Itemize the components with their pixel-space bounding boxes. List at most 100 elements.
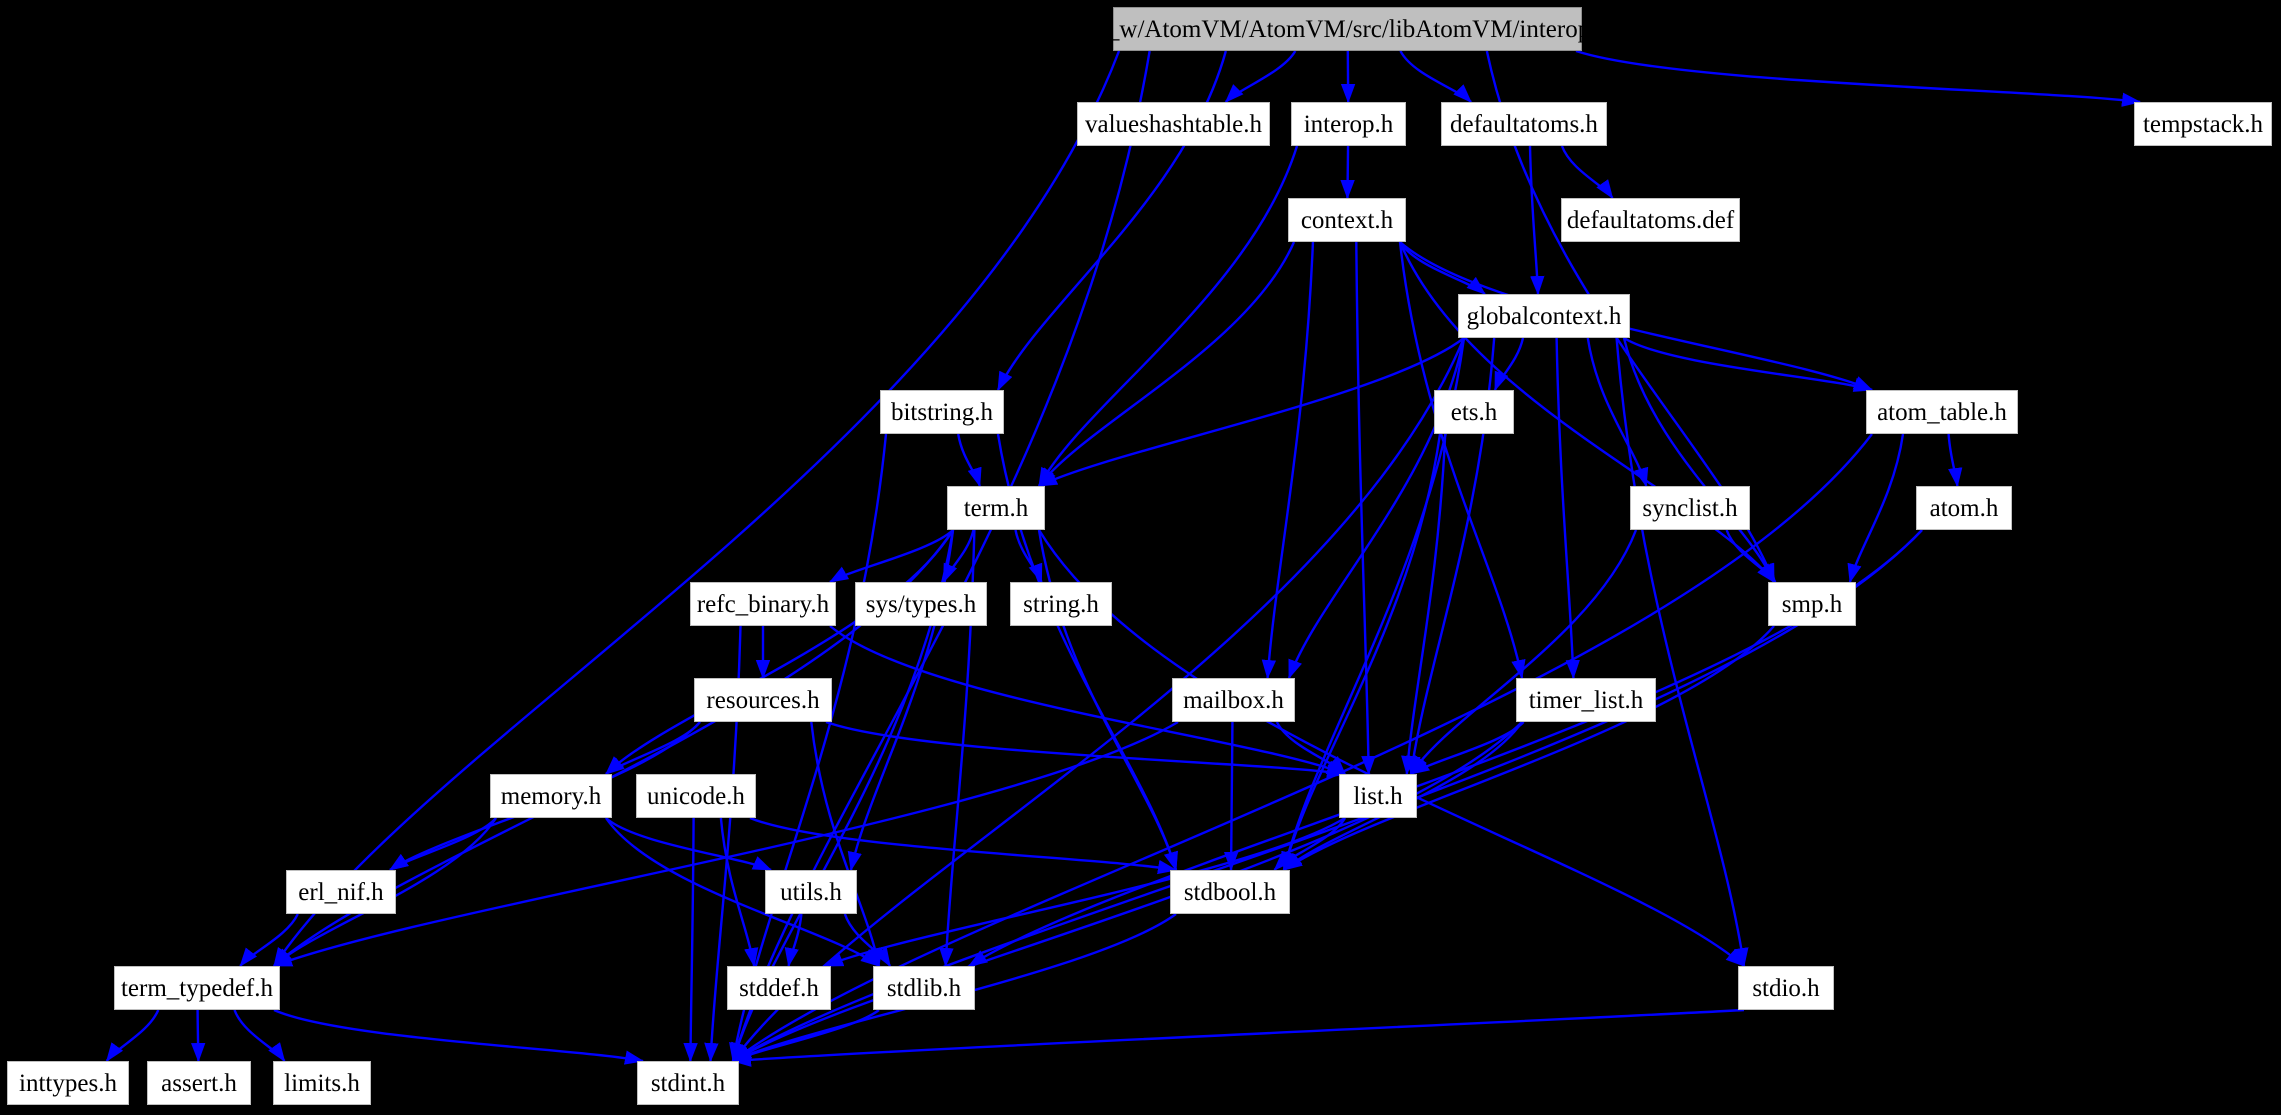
graph-node-resources[interactable]: resources.h (694, 678, 832, 722)
edge-globalcontext-to-timer_list (1555, 337, 1580, 680)
graph-node-limits[interactable]: limits.h (273, 1061, 371, 1105)
node-label: unicode.h (647, 782, 745, 810)
graph-node-stdlib[interactable]: stdlib.h (873, 966, 975, 1010)
node-label: assert.h (161, 1069, 237, 1097)
edge-stdio-to-stdint (731, 1008, 1745, 1067)
graph-node-string[interactable]: string.h (1010, 582, 1112, 626)
edge-resources-to-stdlib (810, 721, 883, 968)
graph-node-defaultatoms_def[interactable]: defaultatoms.def (1561, 198, 1740, 242)
node-label: synclist.h (1642, 494, 1738, 522)
include-dependency-graph: /__w/AtomVM/AtomVM/src/libAtomVM/interop… (0, 0, 2281, 1115)
node-label: stdint.h (650, 1069, 726, 1097)
edge-resources-to-list (825, 720, 1347, 779)
node-label: limits.h (284, 1069, 360, 1097)
node-label: /__w/AtomVM/AtomVM/src/libAtomVM/interop… (1087, 15, 1608, 43)
graph-node-tempstack[interactable]: tempstack.h (2134, 102, 2272, 146)
graph-node-globalcontext[interactable]: globalcontext.h (1458, 294, 1630, 338)
edge-resources-to-memory (605, 721, 701, 775)
edge-globalcontext-to-mailbox (1287, 337, 1466, 680)
graph-node-assert[interactable]: assert.h (147, 1061, 251, 1105)
graph-node-term_typedef[interactable]: term_typedef.h (114, 966, 280, 1010)
node-label: atom_table.h (1877, 398, 2007, 426)
node-label: memory.h (500, 782, 602, 810)
edge-term-to-refc_binary (828, 529, 954, 584)
graph-node-refc_binary[interactable]: refc_binary.h (690, 582, 836, 626)
edge-interop_c-to-valueshashtable (1224, 50, 1297, 103)
edge-mailbox-to-list (1275, 721, 1346, 775)
graph-node-context[interactable]: context.h (1288, 198, 1406, 242)
edge-term-to-sys_types (942, 529, 975, 584)
graph-node-stddef[interactable]: stddef.h (727, 966, 831, 1010)
graph-root-node[interactable]: /__w/AtomVM/AtomVM/src/libAtomVM/interop… (1087, 7, 1608, 51)
node-label: term.h (963, 494, 1029, 522)
graph-node-list[interactable]: list.h (1339, 774, 1417, 818)
node-label: stdio.h (1752, 974, 1820, 1002)
node-label: interop.h (1303, 110, 1394, 138)
edge-term-to-utils (847, 529, 955, 872)
graph-node-smp[interactable]: smp.h (1768, 582, 1856, 626)
graph-node-atom_table[interactable]: atom_table.h (1866, 390, 2018, 434)
graph-node-sys_types[interactable]: sys/types.h (855, 582, 987, 626)
node-label: timer_list.h (1528, 686, 1644, 714)
node-label: atom.h (1929, 494, 1999, 522)
graph-node-inttypes[interactable]: inttypes.h (7, 1061, 129, 1105)
edge-term_typedef-to-stdint (273, 1008, 645, 1065)
edge-synclist-to-list (1410, 529, 1638, 775)
graph-node-synclist[interactable]: synclist.h (1630, 486, 1750, 530)
edge-mailbox-to-term_typedef (272, 720, 1179, 968)
graph-node-mailbox[interactable]: mailbox.h (1172, 678, 1295, 722)
graph-node-timer_list[interactable]: timer_list.h (1516, 678, 1656, 722)
edge-term-to-stdbool (1037, 529, 1178, 872)
graph-node-bitstring[interactable]: bitstring.h (880, 390, 1004, 434)
graph-node-memory[interactable]: memory.h (490, 774, 612, 818)
graph-node-ets[interactable]: ets.h (1434, 390, 1514, 434)
graph-node-erl_nif[interactable]: erl_nif.h (286, 870, 396, 914)
edge-bitstring-to-term (957, 433, 982, 488)
node-label: inttypes.h (19, 1069, 117, 1097)
edge-mailbox-to-stdbool (1223, 721, 1239, 872)
edge-erl_nif-to-term_typedef (239, 913, 299, 967)
node-label: bitstring.h (890, 398, 994, 426)
node-label: refc_binary.h (696, 590, 830, 618)
graph-node-stdbool[interactable]: stdbool.h (1170, 870, 1290, 914)
graph-node-utils[interactable]: utils.h (765, 870, 857, 914)
graph-node-unicode[interactable]: unicode.h (636, 774, 756, 818)
edge-smp-to-stdbool (1283, 625, 1775, 871)
edge-globalcontext-to-atom_table (1623, 336, 1874, 392)
node-label: resources.h (706, 686, 820, 714)
edge-globalcontext-to-smp (1622, 337, 1776, 584)
edge-utils-to-stdlib (843, 913, 892, 968)
node-label: globalcontext.h (1466, 302, 1622, 330)
node-label: sys/types.h (865, 590, 977, 618)
edge-interop_c-to-defaultatoms_h (1399, 50, 1472, 103)
graph-node-defaultatoms_h[interactable]: defaultatoms.h (1441, 102, 1607, 146)
edge-unicode-to-stddef (719, 817, 759, 968)
graph-node-stdio[interactable]: stdio.h (1738, 966, 1834, 1010)
edge-interop_h-to-term (1037, 145, 1299, 488)
edge-unicode-to-stdint (683, 817, 698, 1063)
graph-node-term[interactable]: term.h (947, 486, 1045, 530)
node-label: defaultatoms.def (1566, 206, 1735, 234)
edge-context-to-term (1038, 241, 1296, 487)
edge-globalcontext-to-ets (1493, 337, 1525, 392)
edges (105, 49, 2142, 1067)
edge-context-to-globalcontext (1398, 241, 1486, 295)
edge-term-to-string (1014, 529, 1043, 584)
edge-utils-to-stddef (784, 913, 803, 968)
edge-ets-to-list (1401, 433, 1447, 776)
edge-context-to-mailbox (1261, 241, 1315, 680)
graph-node-atom[interactable]: atom.h (1916, 486, 2012, 530)
edge-term-to-stdio (1037, 529, 1745, 967)
edge-timer_list-to-list (1409, 721, 1525, 776)
graph-node-valueshashtable[interactable]: valueshashtable.h (1077, 102, 1270, 146)
edge-context-to-list (1355, 241, 1376, 776)
edge-defaultatoms_h-to-globalcontext (1528, 145, 1545, 296)
node-label: ets.h (1450, 398, 1498, 426)
graph-node-interop_h[interactable]: interop.h (1291, 102, 1406, 146)
graph-node-stdint[interactable]: stdint.h (637, 1061, 739, 1105)
edge-unicode-to-stdbool (749, 816, 1178, 875)
edge-term_typedef-to-inttypes (105, 1009, 160, 1062)
edge-interop_h-to-context (1340, 145, 1355, 200)
node-label: defaultatoms.h (1450, 110, 1598, 138)
edge-defaultatoms_h-to-defaultatoms_def (1560, 145, 1614, 199)
